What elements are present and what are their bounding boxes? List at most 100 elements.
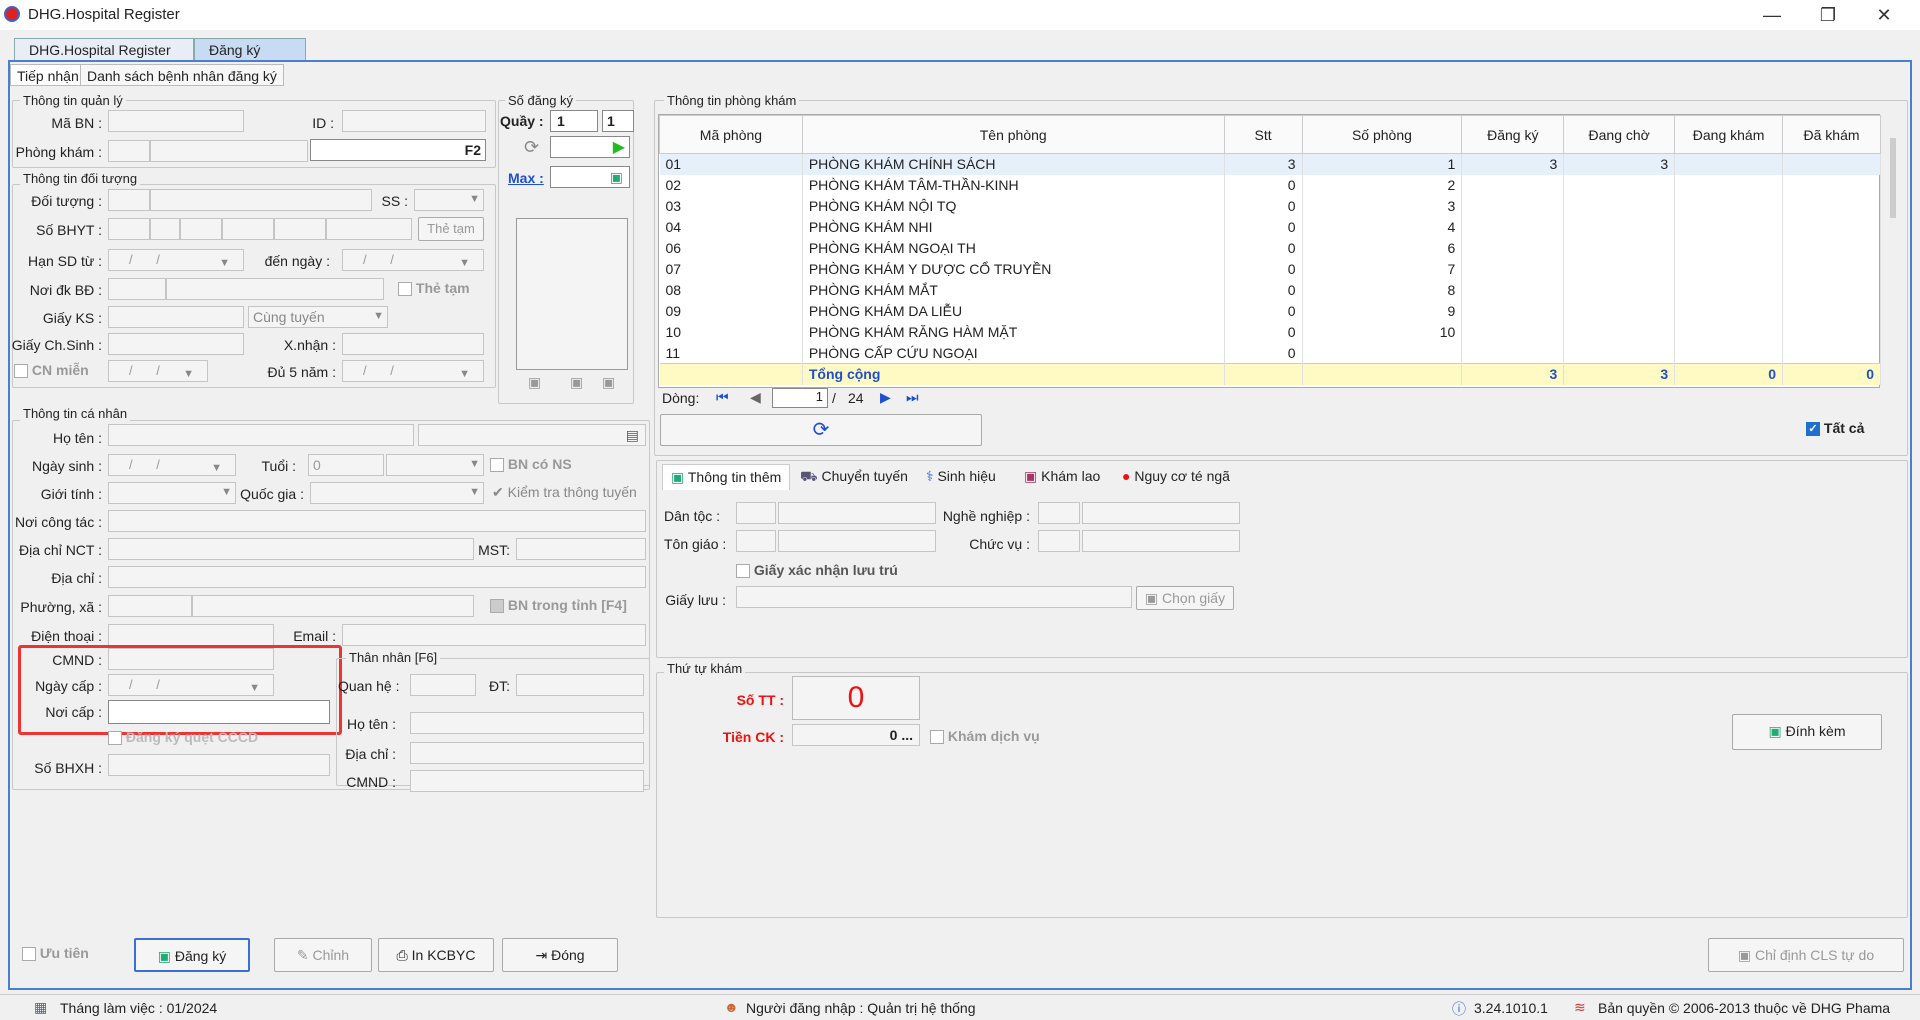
bhyt-2[interactable] xyxy=(150,218,180,240)
han-sd-to[interactable]: / / ▼ xyxy=(342,249,484,271)
dt-input[interactable] xyxy=(516,674,644,696)
first-page-icon[interactable]: ⏮ xyxy=(716,389,729,406)
dinh-kem-button[interactable]: ▣ Đính kèm xyxy=(1732,714,1882,750)
camera-icon[interactable]: ▣ xyxy=(528,374,541,391)
uu-tien-checkbox[interactable]: Ưu tiên xyxy=(22,945,89,962)
table-row[interactable]: 07 PHÒNG KHÁM Y DƯỢC CỔ TRUYỀN 0 7 xyxy=(659,258,1881,280)
close-icon[interactable]: ✕ xyxy=(1856,0,1912,30)
table-row[interactable]: 03 PHÒNG KHÁM NỘI TQ 0 3 xyxy=(659,195,1881,217)
gioi-tinh-select[interactable]: ▼ xyxy=(108,482,236,504)
ngay-sinh-input[interactable]: / / ▼ xyxy=(108,454,236,476)
nghe-nghiep-code[interactable] xyxy=(1038,502,1080,524)
table-row[interactable]: 08 PHÒNG KHÁM MẮT 0 8 xyxy=(659,279,1881,301)
quoc-gia-select[interactable]: ▼ xyxy=(310,482,484,504)
doi-tuong-name[interactable] xyxy=(150,189,372,211)
so-dang-ky-input[interactable]: ▶ xyxy=(550,136,630,158)
bn-trong-tinh-checkbox[interactable]: BN trong tỉnh [F4] xyxy=(490,597,627,614)
ss-select[interactable]: ▼ xyxy=(414,189,484,211)
table-row[interactable]: 11 PHÒNG CẤP CỨU NGOẠI 0 xyxy=(659,342,1881,364)
giay-ks-input[interactable] xyxy=(108,306,244,328)
email-input[interactable] xyxy=(342,624,646,646)
quay-stepper-2[interactable]: 1 xyxy=(602,110,634,132)
max-input[interactable]: ▣ xyxy=(550,166,630,188)
dia-chi-input[interactable] xyxy=(108,566,646,588)
tn-ho-ten-input[interactable] xyxy=(410,712,644,734)
user-icon[interactable]: ▣ xyxy=(570,374,583,391)
bhyt-4[interactable] xyxy=(222,218,274,240)
tien-ck-input[interactable]: 0 ... xyxy=(792,724,920,746)
tab-chuyen-tuyen[interactable]: ⛟ Chuyển tuyến xyxy=(792,464,916,490)
giay-luu-input[interactable] xyxy=(736,586,1132,608)
ho-ten-input[interactable] xyxy=(108,424,414,446)
dan-toc-name[interactable] xyxy=(778,502,936,524)
bhyt-1[interactable] xyxy=(108,218,150,240)
column-header[interactable]: Đăng ký xyxy=(1461,115,1565,154)
du-5-nam-date[interactable]: / / ▼ xyxy=(342,360,484,382)
bhyt-5[interactable] xyxy=(274,218,326,240)
bn-co-ns-checkbox[interactable]: BN có NS xyxy=(490,456,572,473)
ho-ten-extra[interactable]: ▤ xyxy=(418,424,646,446)
bhyt-6[interactable] xyxy=(326,218,412,240)
phong-kham-select[interactable]: F2 xyxy=(310,139,486,161)
the-tam-button[interactable]: Thẻ tạm xyxy=(418,217,484,241)
table-row[interactable]: 01 PHÒNG KHÁM CHÍNH SÁCH 3 1 3 3 xyxy=(659,153,1881,175)
column-header[interactable]: Mã phòng xyxy=(659,115,803,154)
phong-kham-name[interactable] xyxy=(150,140,308,162)
phuong-xa-code[interactable] xyxy=(108,595,192,617)
bhyt-3[interactable] xyxy=(180,218,222,240)
mst-input[interactable] xyxy=(516,538,646,560)
column-header[interactable]: Stt xyxy=(1223,115,1303,154)
tab-tiep-nhan[interactable]: Tiếp nhận xyxy=(10,64,86,86)
tn-dia-chi-input[interactable] xyxy=(410,742,644,764)
column-header[interactable]: Tên phòng xyxy=(801,115,1225,154)
refresh-table-button[interactable]: ⟳ xyxy=(660,414,982,446)
doi-tuong-code[interactable] xyxy=(108,189,150,211)
tab-sinh-hieu[interactable]: ⚕ Sinh hiệu xyxy=(918,464,1004,490)
dang-ky-button[interactable]: ▣ Đăng ký xyxy=(134,938,250,972)
tab-hospital-register[interactable]: DHG.Hospital Register xyxy=(14,38,194,60)
max-link[interactable]: Max : xyxy=(508,170,544,186)
tab-kham-lao[interactable]: ▣ Khám lao xyxy=(1016,464,1108,490)
maximize-icon[interactable]: ❐ xyxy=(1800,0,1856,30)
tab-thong-tin-them[interactable]: ▣ Thông tin thêm xyxy=(662,464,791,490)
han-sd-from[interactable]: / / ▼ xyxy=(108,249,244,271)
column-header[interactable]: Đang chờ xyxy=(1563,115,1676,154)
doc-icon[interactable]: ▣ xyxy=(610,169,623,186)
table-scrollbar[interactable] xyxy=(1890,138,1896,218)
column-header[interactable]: Đã khám xyxy=(1782,115,1881,154)
ton-giao-name[interactable] xyxy=(778,530,936,552)
ma-bn-input[interactable] xyxy=(108,110,244,132)
last-page-icon[interactable]: ⏭ xyxy=(906,389,919,406)
tat-ca-checkbox[interactable]: ✓ Tất cả xyxy=(1806,420,1864,437)
phong-kham-table[interactable]: Mã phòng Tên phòng Stt Số phòng Đăng ký Đang … xyxy=(658,114,1881,388)
next-page-icon[interactable]: ▶ xyxy=(880,389,891,406)
refresh-icon[interactable]: ⟳ xyxy=(524,137,539,158)
chi-dinh-cls-button[interactable]: ▣ Chỉ định CLS tự do xyxy=(1708,938,1904,972)
dk-quet-cccd-checkbox[interactable]: Đăng ký quẹt CCCD xyxy=(108,729,258,746)
cung-tuyen-select[interactable]: Cùng tuyến ▼ xyxy=(248,306,388,328)
dong-button[interactable]: ⇥ Đóng xyxy=(502,938,618,972)
tab-dang-ky-kcb[interactable]: Đăng ký KCB xyxy=(194,38,306,74)
prev-page-icon[interactable]: ◀ xyxy=(750,389,761,406)
phong-kham-code[interactable] xyxy=(108,140,150,162)
noi-dk-code[interactable] xyxy=(108,278,166,300)
column-header[interactable]: Số phòng xyxy=(1301,115,1463,154)
play-icon[interactable]: ▶ xyxy=(613,137,625,157)
chuc-vu-code[interactable] xyxy=(1038,530,1080,552)
delete-photo-icon[interactable]: ▣ xyxy=(602,374,615,391)
tuoi-stepper[interactable]: 0 xyxy=(308,454,384,476)
in-kcbyc-button[interactable]: ⎙ In KCBYC xyxy=(378,938,494,972)
table-row[interactable]: 04 PHÒNG KHÁM NHI 0 4 xyxy=(659,216,1881,238)
column-header[interactable]: Đang khám xyxy=(1674,115,1784,154)
cn-mien-checkbox[interactable]: CN miễn xyxy=(14,362,89,379)
table-total-row[interactable]: Tổng cộng 3 3 0 0 xyxy=(659,363,1881,385)
tab-nguy-co-te-nga[interactable]: ● Nguy cơ té ngã xyxy=(1114,464,1238,490)
chinh-button[interactable]: ✎ Chỉnh xyxy=(274,938,372,972)
giay-xac-nhan-checkbox[interactable]: Giấy xác nhận lưu trú xyxy=(736,562,898,579)
so-bhxh-input[interactable] xyxy=(108,754,330,776)
keyboard-icon[interactable]: ▤ xyxy=(626,427,639,444)
dan-toc-code[interactable] xyxy=(736,502,776,524)
chon-giay-button[interactable]: ▣ Chọn giấy xyxy=(1136,586,1234,610)
quay-stepper-1[interactable]: 1 xyxy=(550,110,598,132)
quan-he-input[interactable] xyxy=(410,674,476,696)
